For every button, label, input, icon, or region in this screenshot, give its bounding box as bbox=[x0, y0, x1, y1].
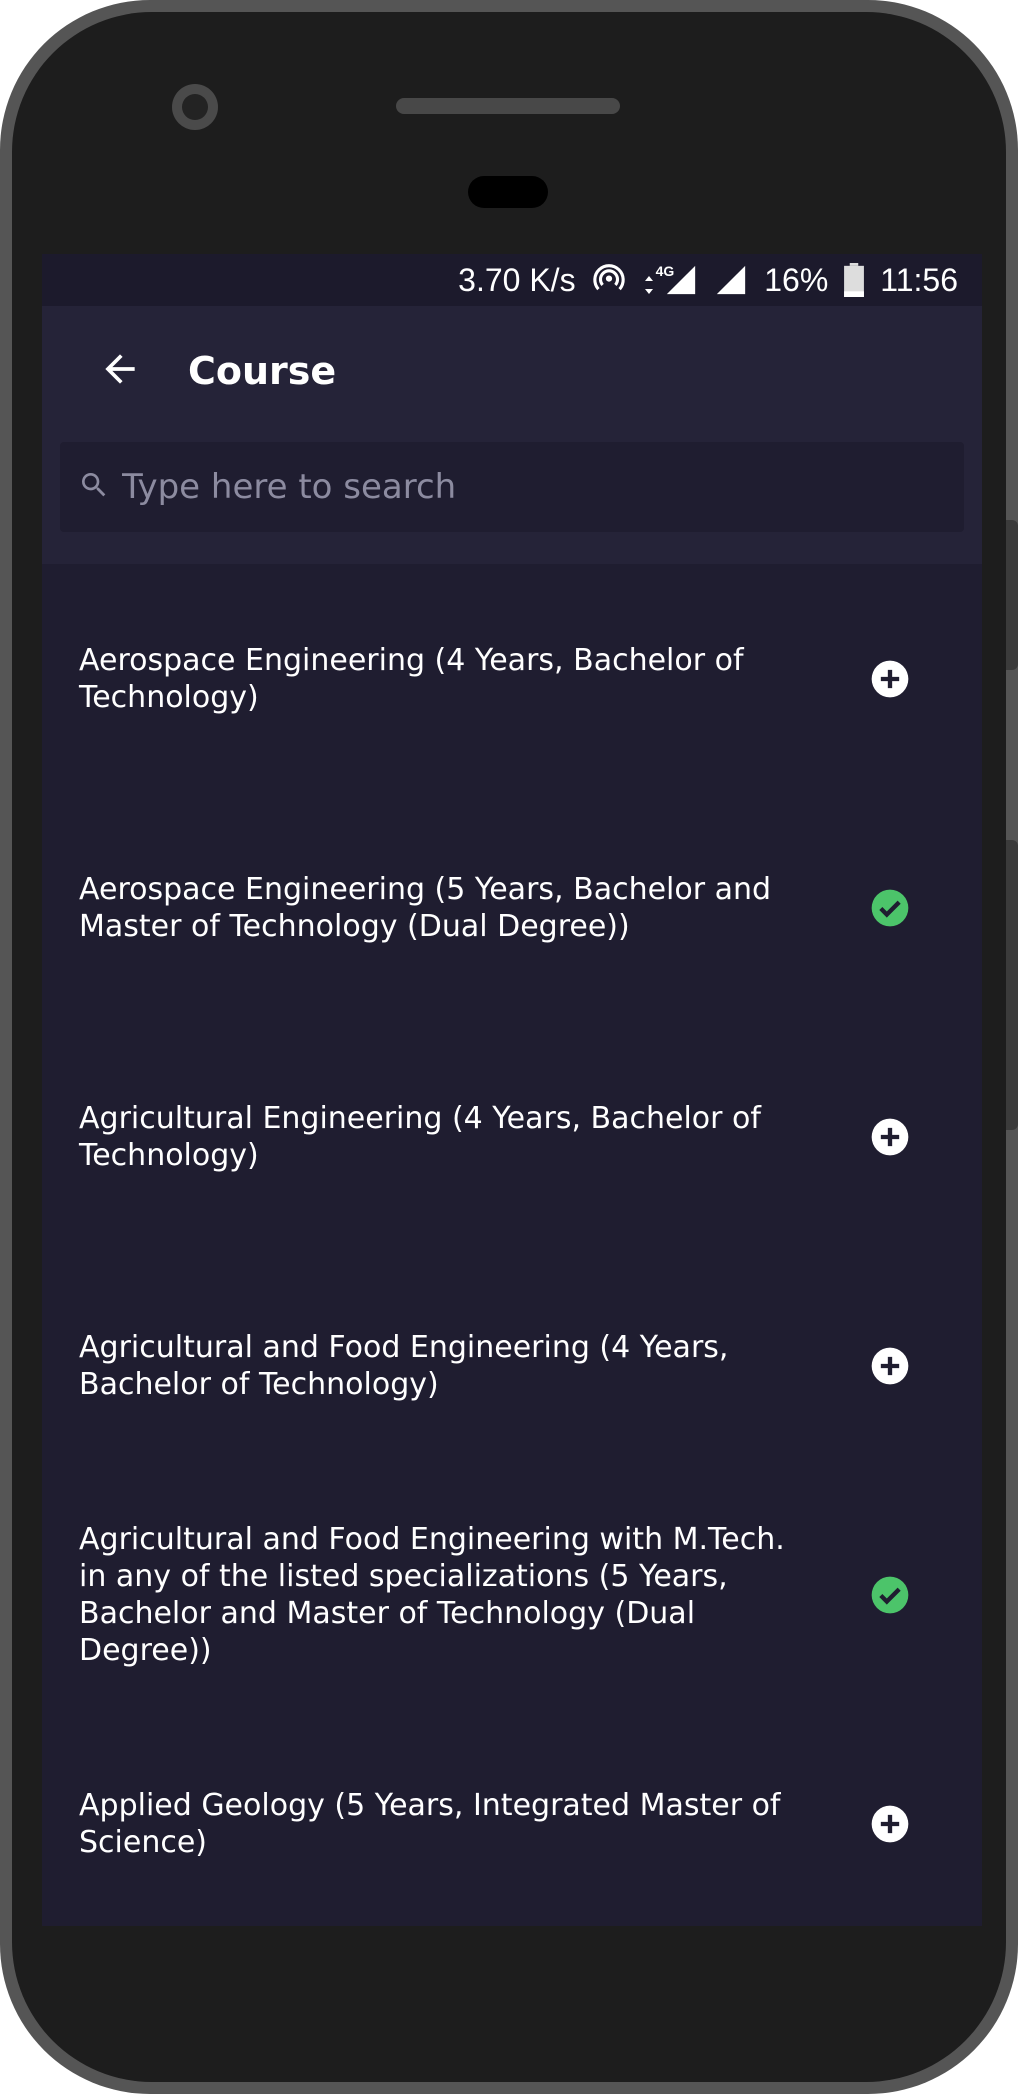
course-name: Agricultural Engineering (4 Years, Bache… bbox=[79, 1100, 761, 1173]
course-name: Aerospace Engineering (5 Years, Bachelor… bbox=[79, 871, 772, 944]
add-circle-icon[interactable] bbox=[868, 1802, 912, 1846]
app-screen: 3.70 K/s 4G 16% 11:56 Course Type here t… bbox=[42, 254, 982, 1926]
volume-button bbox=[1006, 840, 1018, 1130]
course-item[interactable]: Aerospace Engineering (4 Years, Bachelor… bbox=[42, 564, 982, 793]
course-item[interactable]: Aerospace Engineering (5 Years, Bachelor… bbox=[42, 793, 982, 1022]
mobile-signal-icon: 4G bbox=[642, 263, 699, 297]
check-circle-icon[interactable] bbox=[868, 886, 912, 930]
course-name: Aerospace Engineering (4 Years, Bachelor… bbox=[79, 642, 744, 715]
course-name: Agricultural and Food Engineering with M… bbox=[79, 1521, 785, 1668]
wifi-signal-icon bbox=[714, 263, 748, 297]
check-circle-icon[interactable] bbox=[868, 1573, 912, 1617]
search-box[interactable] bbox=[60, 442, 964, 532]
page-title: Course bbox=[188, 349, 337, 393]
course-item[interactable]: Agricultural and Food Engineering (4 Yea… bbox=[42, 1251, 982, 1480]
status-bar: 3.70 K/s 4G 16% 11:56 bbox=[42, 254, 982, 306]
course-item[interactable]: Applied Geology (5 Years, Integrated Mas… bbox=[42, 1709, 982, 1926]
power-button bbox=[1006, 520, 1018, 670]
add-circle-icon[interactable] bbox=[868, 1115, 912, 1159]
search-bar bbox=[42, 436, 982, 564]
search-input[interactable] bbox=[120, 466, 964, 508]
course-list: Aerospace Engineering (4 Years, Bachelor… bbox=[42, 564, 982, 1926]
clock: 11:56 bbox=[880, 261, 958, 298]
earpiece-speaker bbox=[396, 98, 620, 114]
course-name: Applied Geology (5 Years, Integrated Mas… bbox=[79, 1787, 781, 1860]
course-item[interactable]: Agricultural and Food Engineering with M… bbox=[42, 1480, 982, 1709]
add-circle-icon[interactable] bbox=[868, 1344, 912, 1388]
hotspot-icon bbox=[592, 263, 626, 297]
proximity-sensor bbox=[468, 176, 548, 208]
arrow-back-icon bbox=[98, 347, 142, 395]
search-icon bbox=[78, 469, 110, 505]
add-circle-icon[interactable] bbox=[868, 657, 912, 701]
battery-percent: 16% bbox=[764, 261, 829, 298]
back-button[interactable] bbox=[80, 331, 160, 411]
course-item[interactable]: Agricultural Engineering (4 Years, Bache… bbox=[42, 1022, 982, 1251]
phone-frame: 3.70 K/s 4G 16% 11:56 Course Type here t… bbox=[0, 0, 1018, 2094]
network-speed: 3.70 K/s bbox=[458, 261, 576, 298]
front-camera bbox=[172, 84, 218, 130]
battery-icon bbox=[844, 263, 865, 297]
course-name: Agricultural and Food Engineering (4 Yea… bbox=[79, 1329, 729, 1402]
app-bar: Course bbox=[42, 306, 982, 436]
